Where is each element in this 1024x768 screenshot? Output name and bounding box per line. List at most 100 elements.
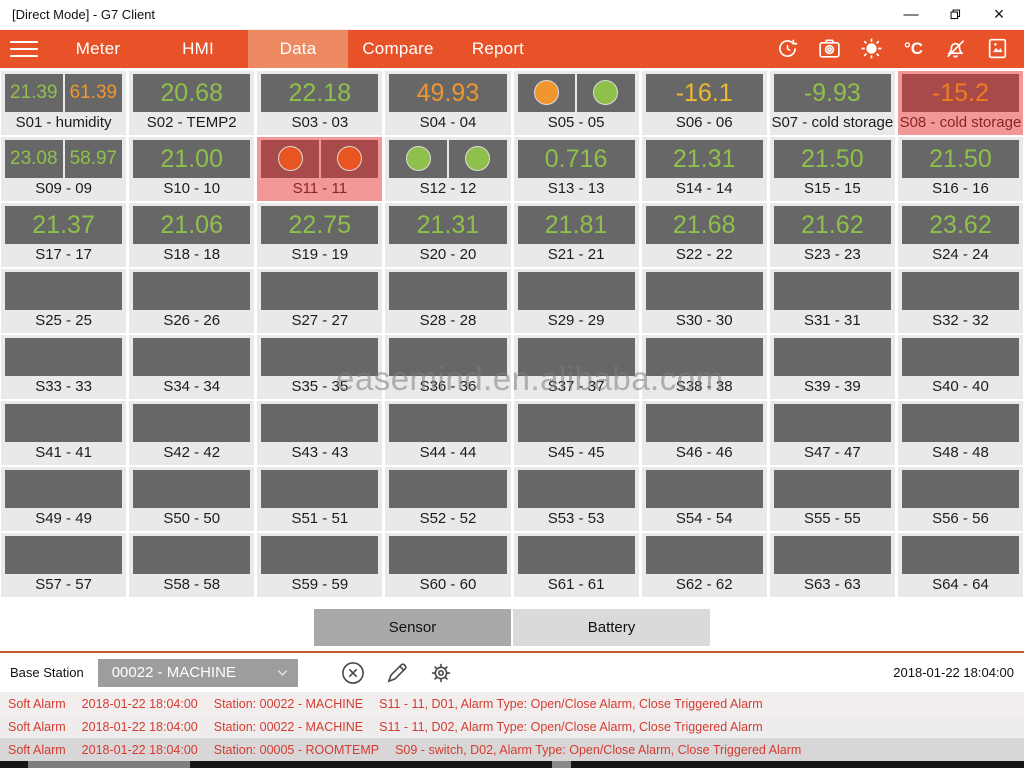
sensor-tile-S14[interactable]: 21.31S14 - 14 xyxy=(642,137,767,201)
sensor-tile-S47[interactable]: S47 - 47 xyxy=(770,401,895,465)
sensor-tile-S29[interactable]: S29 - 29 xyxy=(514,269,639,333)
alarm-list: Soft Alarm2018-01-22 18:04:00Station: 00… xyxy=(0,692,1024,761)
tab-meter[interactable]: Meter xyxy=(48,30,148,68)
sensor-tile-S51[interactable]: S51 - 51 xyxy=(257,467,382,531)
settings-icon[interactable] xyxy=(428,660,454,686)
sensor-tile-S01[interactable]: 21.3961.39S01 - humidity xyxy=(1,71,126,135)
sensor-tile-S56[interactable]: S56 - 56 xyxy=(898,467,1023,531)
alarm-row[interactable]: Soft Alarm2018-01-22 18:04:00Station: 00… xyxy=(0,738,1024,761)
sensor-tile-S39[interactable]: S39 - 39 xyxy=(770,335,895,399)
sensor-tile-S54[interactable]: S54 - 54 xyxy=(642,467,767,531)
sensor-tile-S22[interactable]: 21.68S22 - 22 xyxy=(642,203,767,267)
sensor-tile-S03[interactable]: 22.18S03 - 03 xyxy=(257,71,382,135)
edit-icon[interactable] xyxy=(384,660,410,686)
sensor-tile-S07[interactable]: -9.93S07 - cold storage xyxy=(770,71,895,135)
image-bin-icon[interactable] xyxy=(985,36,1010,61)
sensor-tile-S24[interactable]: 23.62S24 - 24 xyxy=(898,203,1023,267)
sensor-tile-S38[interactable]: S38 - 38 xyxy=(642,335,767,399)
base-station-dropdown[interactable]: 00022 - MACHINE xyxy=(98,659,298,687)
sensor-label: S38 - 38 xyxy=(642,376,767,397)
sync-icon[interactable] xyxy=(775,36,800,61)
sensor-tile-S55[interactable]: S55 - 55 xyxy=(770,467,895,531)
cancel-icon[interactable] xyxy=(340,660,366,686)
hamburger-menu-icon[interactable] xyxy=(0,30,48,68)
sensor-tile-S28[interactable]: S28 - 28 xyxy=(385,269,510,333)
sensor-tile-S62[interactable]: S62 - 62 xyxy=(642,533,767,597)
sensor-label: S45 - 45 xyxy=(514,442,639,463)
sensor-label: S29 - 29 xyxy=(514,310,639,331)
sensor-tile-S45[interactable]: S45 - 45 xyxy=(514,401,639,465)
sensor-label: S01 - humidity xyxy=(1,112,126,133)
nav-icons: °C xyxy=(775,36,1024,61)
sensor-tile-S49[interactable]: S49 - 49 xyxy=(1,467,126,531)
sensor-tile-S31[interactable]: S31 - 31 xyxy=(770,269,895,333)
sensor-tile-S60[interactable]: S60 - 60 xyxy=(385,533,510,597)
sensor-tile-S37[interactable]: S37 - 37 xyxy=(514,335,639,399)
footer-tab-sensor[interactable]: Sensor xyxy=(314,609,511,646)
sensor-tile-S57[interactable]: S57 - 57 xyxy=(1,533,126,597)
sensor-tile-S32[interactable]: S32 - 32 xyxy=(898,269,1023,333)
sensor-tile-S40[interactable]: S40 - 40 xyxy=(898,335,1023,399)
sensor-tile-S26[interactable]: S26 - 26 xyxy=(129,269,254,333)
sensor-tile-S05[interactable]: S05 - 05 xyxy=(514,71,639,135)
sensor-tile-S02[interactable]: 20.68S02 - TEMP2 xyxy=(129,71,254,135)
camera-icon[interactable] xyxy=(817,36,842,61)
brightness-icon[interactable] xyxy=(859,36,884,61)
close-button[interactable]: × xyxy=(990,5,1008,23)
sensor-tile-S50[interactable]: S50 - 50 xyxy=(129,467,254,531)
celsius-icon[interactable]: °C xyxy=(901,36,926,61)
sensor-tile-S27[interactable]: S27 - 27 xyxy=(257,269,382,333)
sensor-tile-S13[interactable]: 0.716S13 - 13 xyxy=(514,137,639,201)
sensor-tile-S59[interactable]: S59 - 59 xyxy=(257,533,382,597)
sensor-tile-S44[interactable]: S44 - 44 xyxy=(385,401,510,465)
sensor-tile-S15[interactable]: 21.50S15 - 15 xyxy=(770,137,895,201)
sensor-tile-S43[interactable]: S43 - 43 xyxy=(257,401,382,465)
sensor-tile-S09[interactable]: 23.0858.97S09 - 09 xyxy=(1,137,126,201)
tab-report[interactable]: Report xyxy=(448,30,548,68)
alarm-detail: S11 - 11, D01, Alarm Type: Open/Close Al… xyxy=(379,697,763,711)
tab-data[interactable]: Data xyxy=(248,30,348,68)
sensor-tile-S04[interactable]: 49.93S04 - 04 xyxy=(385,71,510,135)
sensor-tile-S16[interactable]: 21.50S16 - 16 xyxy=(898,137,1023,201)
footer-tab-battery[interactable]: Battery xyxy=(513,609,710,646)
sensor-tile-S25[interactable]: S25 - 25 xyxy=(1,269,126,333)
sensor-tile-S34[interactable]: S34 - 34 xyxy=(129,335,254,399)
sensor-tile-S42[interactable]: S42 - 42 xyxy=(129,401,254,465)
sensor-tile-S11[interactable]: S11 - 11 xyxy=(257,137,382,201)
sensor-tile-S64[interactable]: S64 - 64 xyxy=(898,533,1023,597)
restore-button[interactable] xyxy=(946,5,964,23)
sensor-value-box: 21.37 xyxy=(5,206,122,244)
sensor-tile-S10[interactable]: 21.00S10 - 10 xyxy=(129,137,254,201)
minimize-button[interactable]: — xyxy=(902,5,920,23)
sensor-tile-S12[interactable]: S12 - 12 xyxy=(385,137,510,201)
sensor-tile-S21[interactable]: 21.81S21 - 21 xyxy=(514,203,639,267)
sensor-tile-S19[interactable]: 22.75S19 - 19 xyxy=(257,203,382,267)
sensor-tile-S53[interactable]: S53 - 53 xyxy=(514,467,639,531)
sensor-tile-S06[interactable]: -16.1S06 - 06 xyxy=(642,71,767,135)
sensor-tile-S58[interactable]: S58 - 58 xyxy=(129,533,254,597)
sensor-tile-S48[interactable]: S48 - 48 xyxy=(898,401,1023,465)
sensor-tile-S46[interactable]: S46 - 46 xyxy=(642,401,767,465)
sensor-tile-S18[interactable]: 21.06S18 - 18 xyxy=(129,203,254,267)
sensor-tile-S23[interactable]: 21.62S23 - 23 xyxy=(770,203,895,267)
sensor-tile-S63[interactable]: S63 - 63 xyxy=(770,533,895,597)
tab-compare[interactable]: Compare xyxy=(348,30,448,68)
sensor-value-box: -16.1 xyxy=(646,74,763,112)
sensor-tile-S35[interactable]: S35 - 35 xyxy=(257,335,382,399)
taskbar-strip xyxy=(0,761,1024,768)
mute-alarm-icon[interactable] xyxy=(943,36,968,61)
alarm-row[interactable]: Soft Alarm2018-01-22 18:04:00Station: 00… xyxy=(0,692,1024,715)
sensor-tile-S17[interactable]: 21.37S17 - 17 xyxy=(1,203,126,267)
alarm-row[interactable]: Soft Alarm2018-01-22 18:04:00Station: 00… xyxy=(0,715,1024,738)
sensor-tile-S52[interactable]: S52 - 52 xyxy=(385,467,510,531)
sensor-tile-S30[interactable]: S30 - 30 xyxy=(642,269,767,333)
sensor-tile-S08[interactable]: -15.2S08 - cold storage xyxy=(898,71,1023,135)
sensor-tile-S20[interactable]: 21.31S20 - 20 xyxy=(385,203,510,267)
sensor-tile-S61[interactable]: S61 - 61 xyxy=(514,533,639,597)
sensor-tile-S36[interactable]: S36 - 36 xyxy=(385,335,510,399)
tab-hmi[interactable]: HMI xyxy=(148,30,248,68)
sensor-tile-S33[interactable]: S33 - 33 xyxy=(1,335,126,399)
sensor-tile-S41[interactable]: S41 - 41 xyxy=(1,401,126,465)
alarm-severity: Soft Alarm xyxy=(8,743,66,757)
sensor-value-box xyxy=(5,338,122,376)
